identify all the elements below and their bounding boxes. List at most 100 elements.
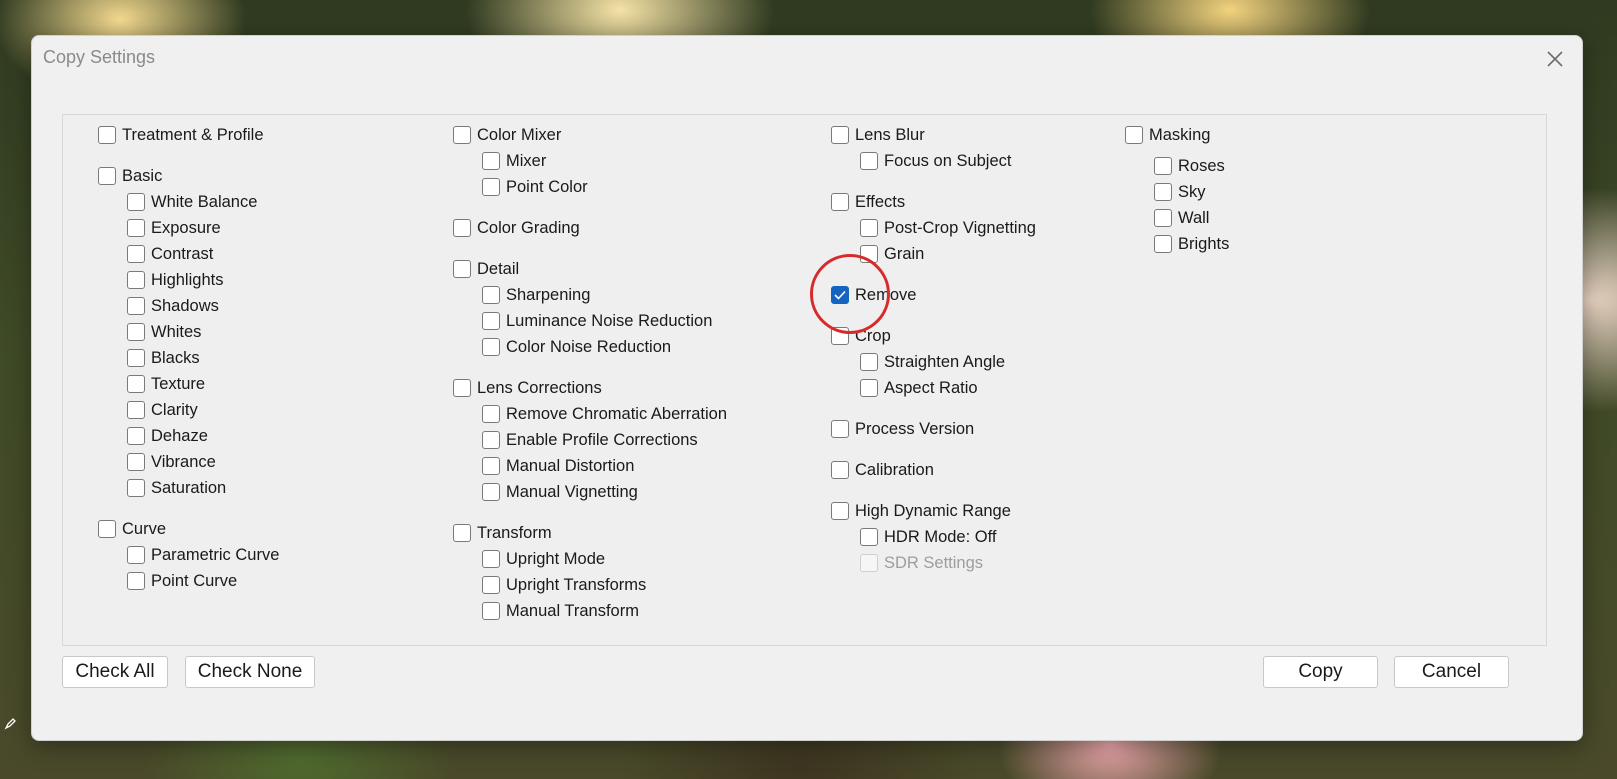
checkbox-box[interactable] bbox=[860, 528, 878, 546]
checkbox-upright-transforms[interactable]: Upright Transforms bbox=[482, 574, 646, 596]
checkbox-box[interactable] bbox=[831, 502, 849, 520]
checkbox-box[interactable] bbox=[98, 167, 116, 185]
checkbox-lens-corrections[interactable]: Lens Corrections bbox=[453, 377, 602, 399]
checkbox-box[interactable] bbox=[127, 453, 145, 471]
checkbox-box[interactable] bbox=[127, 401, 145, 419]
checkbox-box[interactable] bbox=[831, 286, 849, 304]
checkbox-box[interactable] bbox=[831, 420, 849, 438]
checkbox-box[interactable] bbox=[482, 431, 500, 449]
checkbox-focus-on-subject[interactable]: Focus on Subject bbox=[860, 150, 1012, 172]
checkbox-box[interactable] bbox=[482, 286, 500, 304]
checkbox-box[interactable] bbox=[482, 405, 500, 423]
checkbox-remove[interactable]: Remove bbox=[831, 284, 916, 306]
checkbox-box[interactable] bbox=[482, 602, 500, 620]
checkbox-post-crop-vignetting[interactable]: Post-Crop Vignetting bbox=[860, 217, 1036, 239]
checkbox-masking[interactable]: Masking bbox=[1125, 124, 1210, 146]
checkbox-box[interactable] bbox=[482, 483, 500, 501]
checkbox-roses[interactable]: Roses bbox=[1154, 155, 1225, 177]
checkbox-box[interactable] bbox=[453, 379, 471, 397]
checkbox-hdr-mode[interactable]: HDR Mode: Off bbox=[860, 526, 996, 548]
checkbox-sky[interactable]: Sky bbox=[1154, 181, 1206, 203]
cancel-button[interactable]: Cancel bbox=[1394, 656, 1509, 688]
checkbox-highlights[interactable]: Highlights bbox=[127, 269, 223, 291]
checkbox-box[interactable] bbox=[482, 312, 500, 330]
checkbox-blacks[interactable]: Blacks bbox=[127, 347, 200, 369]
checkbox-shadows[interactable]: Shadows bbox=[127, 295, 219, 317]
checkbox-box[interactable] bbox=[98, 126, 116, 144]
checkbox-curve[interactable]: Curve bbox=[98, 518, 166, 540]
checkbox-manual-distortion[interactable]: Manual Distortion bbox=[482, 455, 634, 477]
checkbox-grain[interactable]: Grain bbox=[860, 243, 924, 265]
checkbox-box[interactable] bbox=[127, 427, 145, 445]
checkbox-box[interactable] bbox=[482, 178, 500, 196]
checkbox-contrast[interactable]: Contrast bbox=[127, 243, 213, 265]
checkbox-box[interactable] bbox=[453, 260, 471, 278]
checkbox-box[interactable] bbox=[860, 152, 878, 170]
checkbox-texture[interactable]: Texture bbox=[127, 373, 205, 395]
checkbox-remove-chromatic-aberration[interactable]: Remove Chromatic Aberration bbox=[482, 403, 727, 425]
checkbox-effects[interactable]: Effects bbox=[831, 191, 905, 213]
checkbox-box[interactable] bbox=[453, 126, 471, 144]
checkbox-basic[interactable]: Basic bbox=[98, 165, 162, 187]
checkbox-sharpening[interactable]: Sharpening bbox=[482, 284, 590, 306]
checkbox-calibration[interactable]: Calibration bbox=[831, 459, 934, 481]
checkbox-box[interactable] bbox=[482, 152, 500, 170]
close-button[interactable] bbox=[1538, 42, 1572, 76]
checkbox-box[interactable] bbox=[127, 323, 145, 341]
checkbox-box[interactable] bbox=[831, 327, 849, 345]
checkbox-transform[interactable]: Transform bbox=[453, 522, 552, 544]
checkbox-crop[interactable]: Crop bbox=[831, 325, 891, 347]
checkbox-parametric-curve[interactable]: Parametric Curve bbox=[127, 544, 279, 566]
checkbox-box[interactable] bbox=[127, 349, 145, 367]
checkbox-box[interactable] bbox=[860, 353, 878, 371]
checkbox-box[interactable] bbox=[860, 379, 878, 397]
checkbox-luminance-noise-reduction[interactable]: Luminance Noise Reduction bbox=[482, 310, 712, 332]
checkbox-box[interactable] bbox=[127, 572, 145, 590]
checkbox-box[interactable] bbox=[831, 193, 849, 211]
checkbox-brights[interactable]: Brights bbox=[1154, 233, 1229, 255]
checkbox-box[interactable] bbox=[453, 524, 471, 542]
check-all-button[interactable]: Check All bbox=[62, 656, 168, 688]
checkbox-clarity[interactable]: Clarity bbox=[127, 399, 198, 421]
checkbox-lens-blur[interactable]: Lens Blur bbox=[831, 124, 925, 146]
checkbox-box[interactable] bbox=[482, 550, 500, 568]
checkbox-whites[interactable]: Whites bbox=[127, 321, 201, 343]
checkbox-white-balance[interactable]: White Balance bbox=[127, 191, 257, 213]
checkbox-wall[interactable]: Wall bbox=[1154, 207, 1209, 229]
checkbox-exposure[interactable]: Exposure bbox=[127, 217, 221, 239]
checkbox-manual-vignetting[interactable]: Manual Vignetting bbox=[482, 481, 638, 503]
checkbox-aspect-ratio[interactable]: Aspect Ratio bbox=[860, 377, 978, 399]
checkbox-box[interactable] bbox=[1154, 183, 1172, 201]
checkbox-box[interactable] bbox=[482, 338, 500, 356]
checkbox-upright-mode[interactable]: Upright Mode bbox=[482, 548, 605, 570]
checkbox-point-curve[interactable]: Point Curve bbox=[127, 570, 237, 592]
checkbox-detail[interactable]: Detail bbox=[453, 258, 519, 280]
checkbox-box[interactable] bbox=[127, 245, 145, 263]
checkbox-box[interactable] bbox=[1154, 157, 1172, 175]
checkbox-dehaze[interactable]: Dehaze bbox=[127, 425, 208, 447]
checkbox-box[interactable] bbox=[1154, 209, 1172, 227]
checkbox-point-color[interactable]: Point Color bbox=[482, 176, 588, 198]
checkbox-high-dynamic-range[interactable]: High Dynamic Range bbox=[831, 500, 1011, 522]
checkbox-box[interactable] bbox=[127, 479, 145, 497]
check-none-button[interactable]: Check None bbox=[185, 656, 315, 688]
checkbox-box[interactable] bbox=[831, 461, 849, 479]
checkbox-box[interactable] bbox=[453, 219, 471, 237]
checkbox-color-noise-reduction[interactable]: Color Noise Reduction bbox=[482, 336, 671, 358]
checkbox-color-grading[interactable]: Color Grading bbox=[453, 217, 580, 239]
checkbox-color-mixer[interactable]: Color Mixer bbox=[453, 124, 561, 146]
checkbox-box[interactable] bbox=[482, 576, 500, 594]
checkbox-box[interactable] bbox=[127, 193, 145, 211]
checkbox-box[interactable] bbox=[127, 375, 145, 393]
checkbox-box[interactable] bbox=[831, 126, 849, 144]
checkbox-enable-profile-corrections[interactable]: Enable Profile Corrections bbox=[482, 429, 698, 451]
checkbox-box[interactable] bbox=[127, 219, 145, 237]
checkbox-box[interactable] bbox=[482, 457, 500, 475]
checkbox-box[interactable] bbox=[1154, 235, 1172, 253]
checkbox-box[interactable] bbox=[860, 219, 878, 237]
checkbox-treatment-profile[interactable]: Treatment & Profile bbox=[98, 124, 264, 146]
checkbox-box[interactable] bbox=[127, 297, 145, 315]
copy-button[interactable]: Copy bbox=[1263, 656, 1378, 688]
checkbox-box[interactable] bbox=[127, 546, 145, 564]
checkbox-box[interactable] bbox=[98, 520, 116, 538]
